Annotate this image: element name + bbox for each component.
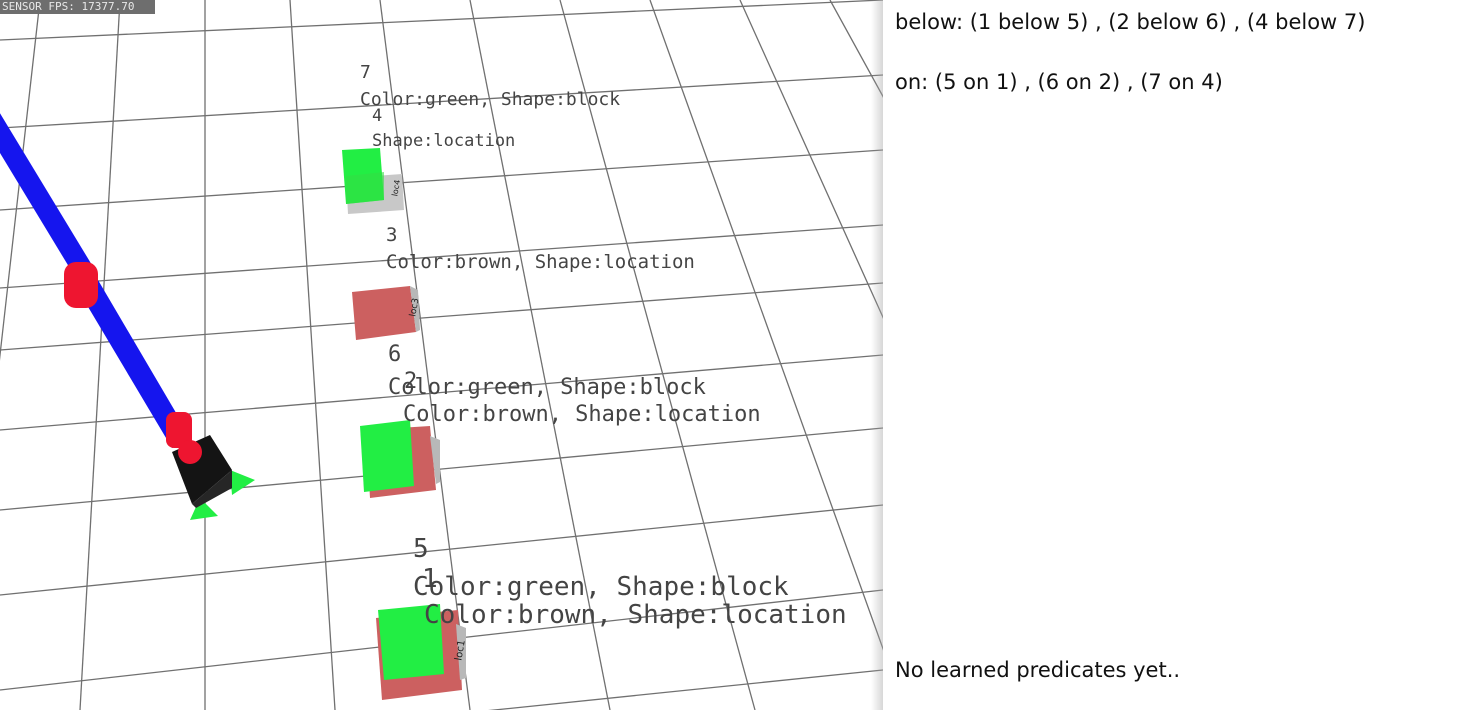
robot-arm[interactable] [0, 110, 255, 520]
block-7[interactable] [342, 148, 384, 204]
object-6-desc: Color:green, Shape:block [388, 375, 706, 400]
object-5-desc: Color:green, Shape:block [413, 572, 789, 602]
gripper-marker-right [230, 470, 255, 495]
object-3-desc: Color:brown, Shape:location [386, 251, 695, 273]
learned-predicates-status: No learned predicates yet.. [895, 658, 1181, 682]
object-3-id: 3 [386, 224, 398, 246]
arm-elbow-joint [64, 262, 98, 308]
object-6-id: 6 [388, 342, 402, 367]
location-3-plate[interactable]: loc3 [352, 286, 421, 340]
on-predicates: on: (5 on 1) , (6 on 2) , (7 on 4) [895, 70, 1223, 94]
object-4-id: 4 [372, 106, 383, 126]
object-4-desc: Shape:location [372, 131, 516, 151]
object-2-desc: Color:brown, Shape:location [403, 402, 761, 427]
object-7-desc: Color:green, Shape:block [360, 89, 621, 110]
object-5-id: 5 [413, 534, 429, 564]
object-1-desc: Color:brown, Shape:location [424, 600, 847, 630]
arm-upper-link [0, 113, 98, 285]
simulation-viewport[interactable]: loc4 loc3 loc1 SENSOR FPS: 17377.70 7 Co… [0, 0, 883, 710]
predicate-panel: below: (1 below 5) , (2 below 6) , (4 be… [883, 0, 1465, 710]
sensor-fps-readout: SENSOR FPS: 17377.70 [0, 0, 155, 14]
object-7-id: 7 [360, 62, 371, 83]
below-predicates: below: (1 below 5) , (2 below 6) , (4 be… [895, 10, 1366, 34]
gripper-joint [178, 440, 202, 464]
block-6[interactable] [360, 420, 414, 492]
viewport-edge-shadow [871, 0, 883, 710]
